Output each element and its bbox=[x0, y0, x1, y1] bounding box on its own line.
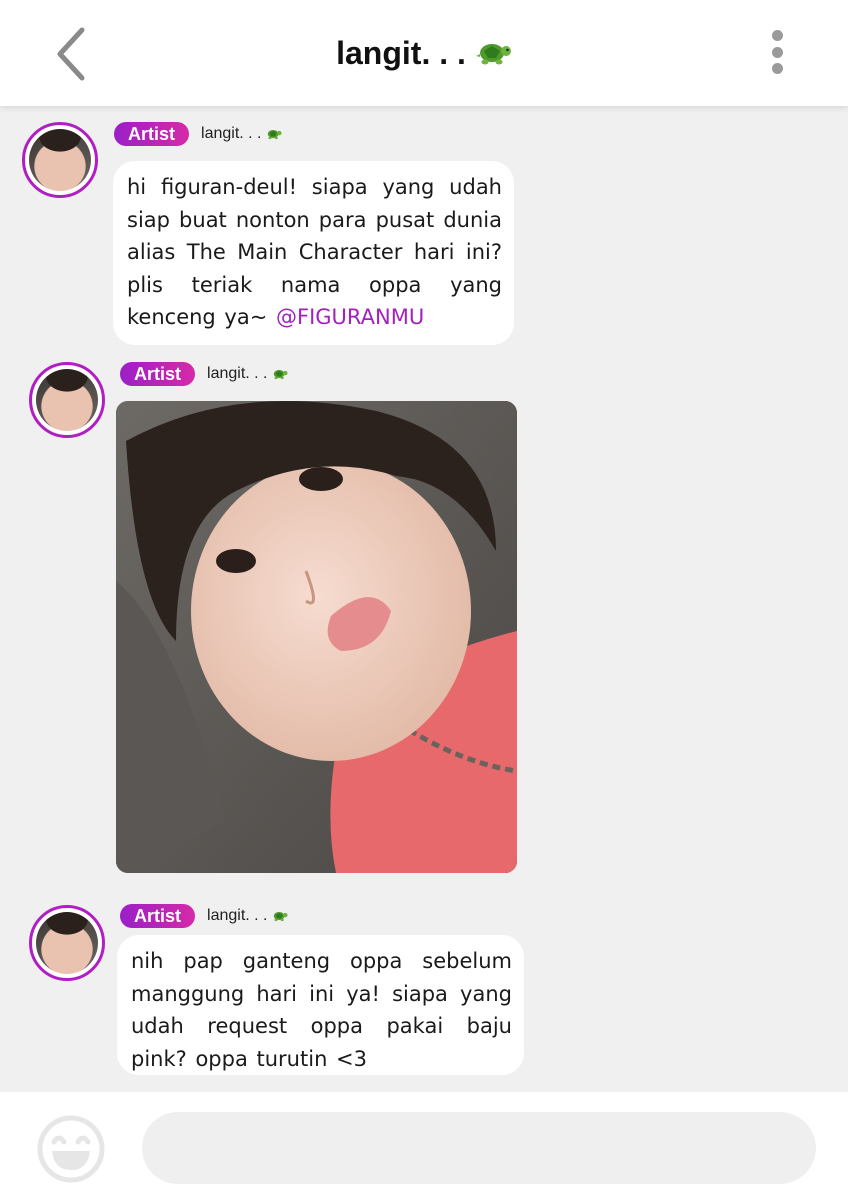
dot-icon bbox=[771, 63, 783, 74]
chat-area[interactable]: Artist langit. . . hi figuran-deul! siap… bbox=[0, 106, 848, 1092]
sender-row: Artist langit. . . bbox=[114, 122, 282, 146]
message-bubble[interactable]: hi figuran-deul! siapa yang udah siap bu… bbox=[113, 161, 514, 345]
mention-link[interactable]: @FIGURANMU bbox=[276, 305, 424, 329]
sender-name: langit. . . bbox=[201, 125, 262, 142]
dot-icon bbox=[771, 30, 783, 41]
sender-name: langit. . . bbox=[207, 365, 268, 382]
smiley-icon bbox=[37, 1115, 105, 1183]
sender-name: langit. . . bbox=[207, 907, 268, 924]
artist-badge: Artist bbox=[114, 122, 190, 146]
sender-row: Artist langit. . . bbox=[120, 362, 288, 386]
composer-bar bbox=[0, 1092, 848, 1200]
more-options-button[interactable] bbox=[764, 26, 790, 78]
avatar-photo bbox=[36, 912, 98, 974]
message-input[interactable] bbox=[142, 1112, 816, 1184]
emoji-button[interactable] bbox=[36, 1114, 106, 1184]
photo-message[interactable] bbox=[116, 401, 517, 873]
artist-badge: Artist bbox=[120, 362, 196, 386]
chat-header: langit. . . bbox=[0, 0, 848, 106]
message-bubble[interactable]: nih pap ganteng oppa sebelum manggung ha… bbox=[117, 935, 524, 1075]
sender-row: Artist langit. . . bbox=[120, 904, 288, 928]
selfie-photo bbox=[116, 401, 517, 873]
turtle-icon bbox=[273, 370, 288, 380]
turtle-icon bbox=[475, 44, 511, 65]
avatar-photo bbox=[29, 129, 91, 191]
artist-badge: Artist bbox=[120, 904, 196, 928]
message-text: nih pap ganteng oppa sebelum manggung ha… bbox=[131, 949, 512, 1071]
chat-title: langit. . . bbox=[336, 34, 466, 71]
turtle-icon bbox=[273, 912, 288, 922]
avatar[interactable] bbox=[22, 122, 98, 198]
turtle-icon bbox=[267, 130, 282, 140]
dot-icon bbox=[771, 46, 783, 58]
avatar[interactable] bbox=[29, 905, 105, 981]
avatar[interactable] bbox=[29, 362, 105, 438]
avatar-photo bbox=[36, 369, 98, 431]
